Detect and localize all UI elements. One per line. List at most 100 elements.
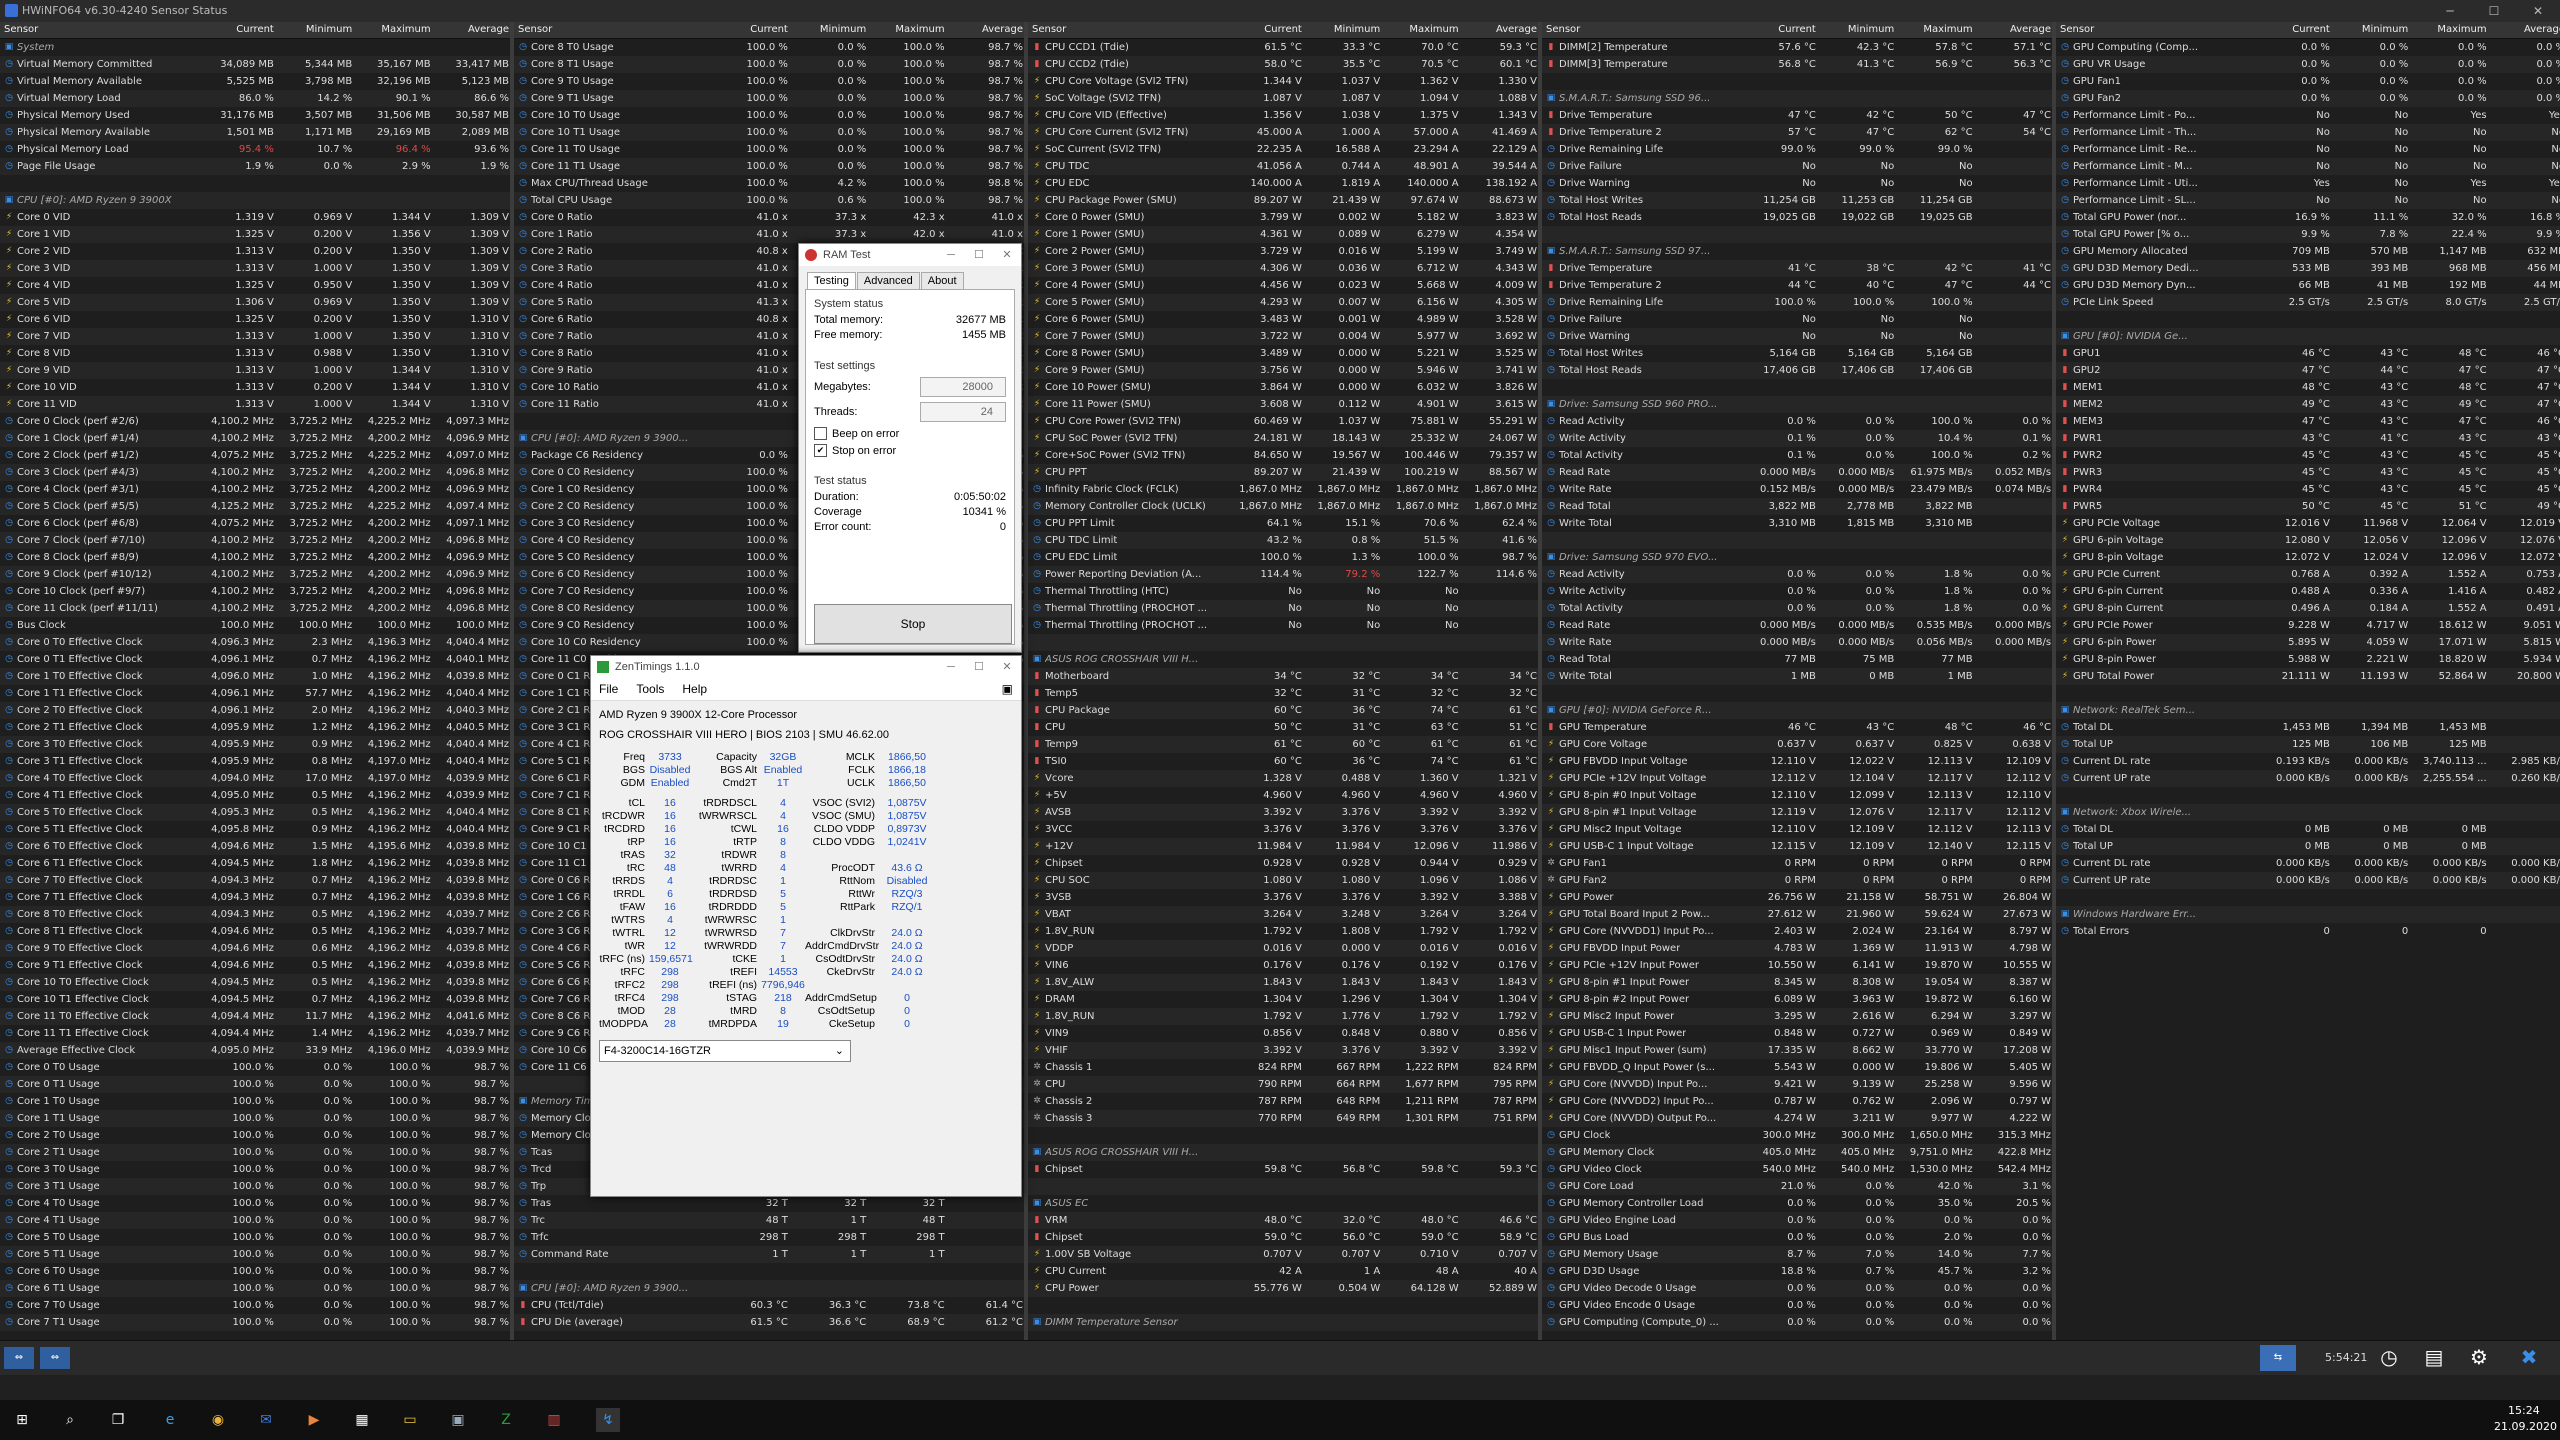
sensor-group-header[interactable]: ▣ Network: RealTek Sem... (2056, 702, 2560, 719)
sensor-row[interactable] (1542, 532, 2052, 549)
sensor-row[interactable]: ⚡ Core 10 VID 1.313 V 0.200 V 1.344 V 1.310 V (0, 379, 510, 396)
sensor-row[interactable]: ✲ GPU Fan1 0 RPM 0 RPM 0 RPM 0 RPM (1542, 855, 2052, 872)
sensor-row[interactable]: ◷ Total UP 0 MB 0 MB 0 MB (2056, 838, 2560, 855)
sensor-row[interactable]: ◷ Core 8 T0 Effective Clock 4,094.3 MHz 0.5… (0, 906, 510, 923)
sensor-row[interactable]: ◷ Core 3 T1 Effective Clock 4,095.9 MHz 0.8… (0, 753, 510, 770)
sensor-row[interactable]: ◷ Total Host Writes 11,254 GB 11,253 GB 11,2… (1542, 192, 2052, 209)
sensor-row[interactable]: ⚡ CPU Core Current (SVI2 TFN) 45.000 A 1.00… (1028, 124, 1538, 141)
tab-advanced[interactable]: Advanced (856, 272, 920, 289)
sensor-row[interactable]: ⚡ VBAT 3.264 V 3.248 V 3.264 V 3.264 V (1028, 906, 1538, 923)
sensor-row[interactable]: ▮ Drive Temperature 2 44 °C 40 °C 47 °C 44 °C (1542, 277, 2052, 294)
header-minimum[interactable]: Minimum (789, 22, 867, 38)
sensor-row[interactable]: ⚡ DRAM 1.304 V 1.296 V 1.304 V 1.304 V (1028, 991, 1538, 1008)
sensor-row[interactable]: ◷ Core 9 Clock (perf #10/12) 4,100.2 MHz 3,… (0, 566, 510, 583)
sensor-row[interactable]: ⚡ Core 1 Power (SMU) 4.361 W 0.089 W 6.279 W… (1028, 226, 1538, 243)
header-average[interactable]: Average (2488, 22, 2560, 38)
header-maximum[interactable]: Maximum (867, 22, 945, 38)
sensor-row[interactable]: ⚡ VIN9 0.856 V 0.848 V 0.880 V 0.856 V (1028, 1025, 1538, 1042)
sensor-row[interactable]: ◷ Physical Memory Available 1,501 MB 1,171 … (0, 124, 510, 141)
sensor-row[interactable]: ◷ Read Rate 0.000 MB/s 0.000 MB/s 61.975 MB/… (1542, 464, 2052, 481)
sensor-row[interactable]: ⚡ GPU USB-C 1 Input Power 0.848 W 0.727 W 0.… (1542, 1025, 2052, 1042)
sensor-row[interactable]: ◷ Core 8 T1 Usage 100.0 % 0.0 % 100.0 % 98.7 … (514, 56, 1024, 73)
sensor-row[interactable]: ◷ Drive Warning No No No (1542, 328, 2052, 345)
sensor-row[interactable]: ◷ Bus Clock 100.0 MHz 100.0 MHz 100.0 MHz 100… (0, 617, 510, 634)
sensor-row[interactable]: ◷ Drive Failure No No No (1542, 158, 2052, 175)
header-sensor[interactable]: Sensor (1028, 22, 1224, 38)
sensor-row[interactable]: ⚡ Core 8 Power (SMU) 3.489 W 0.000 W 5.221 W… (1028, 345, 1538, 362)
sensor-row[interactable]: ◷ CPU PPT Limit 64.1 % 15.1 % 70.6 % 62.4 % (1028, 515, 1538, 532)
store-icon[interactable]: ▦ (350, 1408, 374, 1432)
sensor-row[interactable]: ◷ Core 10 T0 Effective Clock 4,094.5 MHz 0.… (0, 974, 510, 991)
sensor-row[interactable]: ◷ GPU D3D Usage 18.8 % 0.7 % 45.7 % 3.2 % (1542, 1263, 2052, 1280)
sensor-row[interactable]: ◷ Core 11 T0 Effective Clock 4,094.4 MHz 11… (0, 1008, 510, 1025)
sensor-row[interactable]: ⚡ GPU FBVDD Input Power 4.783 W 1.369 W 11.9… (1542, 940, 2052, 957)
sensor-row[interactable]: ◷ Core 0 T0 Usage 100.0 % 0.0 % 100.0 % 98.7 … (0, 1059, 510, 1076)
sensor-row[interactable]: ▮MEM347 °C43 °C47 °C46 °C (2056, 413, 2560, 430)
sensor-row[interactable]: ◷ GPU Memory Allocated 709 MB 570 MB 1,147 M… (2056, 243, 2560, 260)
header-sensor[interactable]: Sensor (514, 22, 710, 38)
sensor-row[interactable]: ◷Performance Limit - Po...NoNoYesYes (2056, 107, 2560, 124)
edge-icon[interactable]: e (158, 1408, 182, 1432)
chrome-icon[interactable]: ◉ (206, 1408, 230, 1432)
sensor-row[interactable]: ◷ GPU D3D Memory Dyn... 66 MB 41 MB 192 MB 44… (2056, 277, 2560, 294)
sensor-row[interactable]: ◷ Core 9 T0 Effective Clock 4,094.6 MHz 0.6… (0, 940, 510, 957)
ramtest-close-button[interactable]: ✕ (993, 244, 1021, 266)
sensor-group-header[interactable]: ▣ CPU [#0]: AMD Ryzen 9 3900X (0, 192, 510, 209)
sensor-row[interactable]: ▮MEM249 °C43 °C49 °C47 °C (2056, 396, 2560, 413)
sensor-row[interactable]: ⚡ Core 4 VID 1.325 V 0.950 V 1.350 V 1.309 V (0, 277, 510, 294)
header-average[interactable]: Average (1974, 22, 2052, 38)
sensor-row[interactable]: ◷ Core 6 Clock (perf #6/8) 4,075.2 MHz 3,72… (0, 515, 510, 532)
sensor-row[interactable]: ▮ Motherboard 34 °C 32 °C 34 °C 34 °C (1028, 668, 1538, 685)
sensor-row[interactable]: ◷ Current DL rate 0.000 KB/s 0.000 KB/s 0.00… (2056, 855, 2560, 872)
sensor-row[interactable]: ⚡ Core 9 VID 1.313 V 1.000 V 1.344 V 1.310 V (0, 362, 510, 379)
sensor-row[interactable]: ⚡ GPU 8-pin #2 Input Power 6.089 W 3.963 W1… (1542, 991, 2052, 1008)
sensor-row[interactable]: ⚡ Core 8 VID 1.313 V 0.988 V 1.350 V 1.310 V (0, 345, 510, 362)
header-minimum[interactable]: Minimum (2331, 22, 2409, 38)
sensor-row[interactable]: ◷ Core 5 Clock (perf #5/5) 4,125.2 MHz 3,72… (0, 498, 510, 515)
sensor-row[interactable]: ▮ Drive Temperature 2 57 °C 47 °C 62 °C 54 °C (1542, 124, 2052, 141)
sensor-row[interactable]: ▮ Temp9 61 °C 60 °C 61 °C 61 °C (1028, 736, 1538, 753)
sensor-row[interactable] (0, 175, 510, 192)
sensor-row[interactable]: ⚡ GPU Misc2 Input Power 3.295 W 2.616 W 6.29… (1542, 1008, 2052, 1025)
sensor-row[interactable] (1028, 1178, 1538, 1195)
sensor-row[interactable]: ◷ PCIe Link Speed 2.5 GT/s 2.5 GT/s 8.0 GT/s… (2056, 294, 2560, 311)
windows-start-icon[interactable]: ⊞ (10, 1408, 34, 1432)
sensor-row[interactable]: ◷ Core 6 T1 Usage 100.0 % 0.0 % 100.0 % 98.7 … (0, 1280, 510, 1297)
sensor-row[interactable]: ◷ Drive Warning No No No (1542, 175, 2052, 192)
sensor-row[interactable]: ⚡ CPU SoC Power (SVI2 TFN) 24.181 W 18.143 … (1028, 430, 1538, 447)
sensor-row[interactable]: ◷ Core 4 Clock (perf #3/1) 4,100.2 MHz 3,72… (0, 481, 510, 498)
sensor-row[interactable]: ◷ Total GPU Power (nor... 16.9 % 11.1 % 32.0… (2056, 209, 2560, 226)
sensor-row[interactable]: ◷ Core 9 T1 Usage 100.0 % 0.0 % 100.0 % 98.7 … (514, 90, 1024, 107)
sensor-row[interactable]: ◷ Total UP 125 MB 106 MB 125 MB (2056, 736, 2560, 753)
sensor-row[interactable]: ⚡ CPU SOC 1.080 V 1.080 V 1.096 V 1.086 V (1028, 872, 1538, 889)
sensor-row[interactable]: ⚡ GPU USB-C 1 Input Voltage 12.115 V 12.109… (1542, 838, 2052, 855)
sensor-row[interactable] (1542, 73, 2052, 90)
sensor-row[interactable]: ▮ Chipset 59.0 °C 56.0 °C 59.0 °C 58.9 °C (1028, 1229, 1538, 1246)
sensor-row[interactable]: ⚡ +12V 11.984 V 11.984 V 12.096 V 11.986 V (1028, 838, 1538, 855)
app-icon-1[interactable]: ▣ (446, 1408, 470, 1432)
sensor-row[interactable]: ◷ Thermal Throttling (HTC) No No No (1028, 583, 1538, 600)
sensor-row[interactable]: ◷ Core 5 T1 Usage 100.0 % 0.0 % 100.0 % 98.7 … (0, 1246, 510, 1263)
sensor-row[interactable]: ◷ Core 5 T0 Usage 100.0 % 0.0 % 100.0 % 98.7 … (0, 1229, 510, 1246)
sensor-row[interactable]: ◷ GPU Core Load 21.0 % 0.0 % 42.0 % 3.1 % (1542, 1178, 2052, 1195)
sensor-row[interactable]: ◷GPU VR Usage0.0 %0.0 %0.0 %0.0 % (2056, 56, 2560, 73)
header-minimum[interactable]: Minimum (1303, 22, 1381, 38)
sensor-row[interactable]: ⚡ GPU Total Board Input 2 Pow... 27.612 W2… (1542, 906, 2052, 923)
sensor-row[interactable]: ⚡ Core 3 VID 1.313 V 1.000 V 1.350 V 1.309 V (0, 260, 510, 277)
sensor-row[interactable]: ⚡ Core 5 Power (SMU) 4.293 W 0.007 W 6.156 W… (1028, 294, 1538, 311)
sensor-row[interactable]: ◷ Thermal Throttling (PROCHOT ... No No No (1028, 617, 1538, 634)
sensor-row[interactable]: ◷ Write Activity 0.1 % 0.0 % 10.4 % 0.1 % (1542, 430, 2052, 447)
header-current[interactable]: Current (1224, 22, 1302, 38)
sensor-panel-3[interactable]: Sensor Current Minimum Maximum Average ▮ CPU C… (1028, 22, 1542, 1340)
sensor-row[interactable]: ◷ Total Activity 0.1 % 0.0 % 100.0 % 0.2 % (1542, 447, 2052, 464)
sensor-row[interactable]: ▮ DIMM[2] Temperature 57.6 °C 42.3 °C 57.8 °… (1542, 39, 2052, 56)
sensor-row[interactable]: ⚡ VHIF 3.392 V 3.376 V 3.392 V 3.392 V (1028, 1042, 1538, 1059)
sensor-row[interactable]: ◷ Trc 48 T1 T 48 T (514, 1212, 1024, 1229)
sensor-row[interactable]: ⚡ Core 7 VID 1.313 V 1.000 V 1.350 V 1.310 V (0, 328, 510, 345)
sensor-row[interactable]: ◷ Core 2 T0 Usage 100.0 % 0.0 % 100.0 % 98.7 … (0, 1127, 510, 1144)
stop-on-error-checkbox[interactable]: ✔ (814, 444, 827, 457)
sensor-row[interactable]: ◷ Core 4 T0 Usage 100.0 % 0.0 % 100.0 % 98.7 … (0, 1195, 510, 1212)
sensor-row[interactable]: ⚡ Core 0 Power (SMU) 3.799 W 0.002 W 5.182 W… (1028, 209, 1538, 226)
sensor-row[interactable]: ◷ Core 0 Clock (perf #2/6) 4,100.2 MHz 3,72… (0, 413, 510, 430)
sensor-row[interactable]: ◷ Current UP rate 0.000 KB/s 0.000 KB/s 0.00… (2056, 872, 2560, 889)
